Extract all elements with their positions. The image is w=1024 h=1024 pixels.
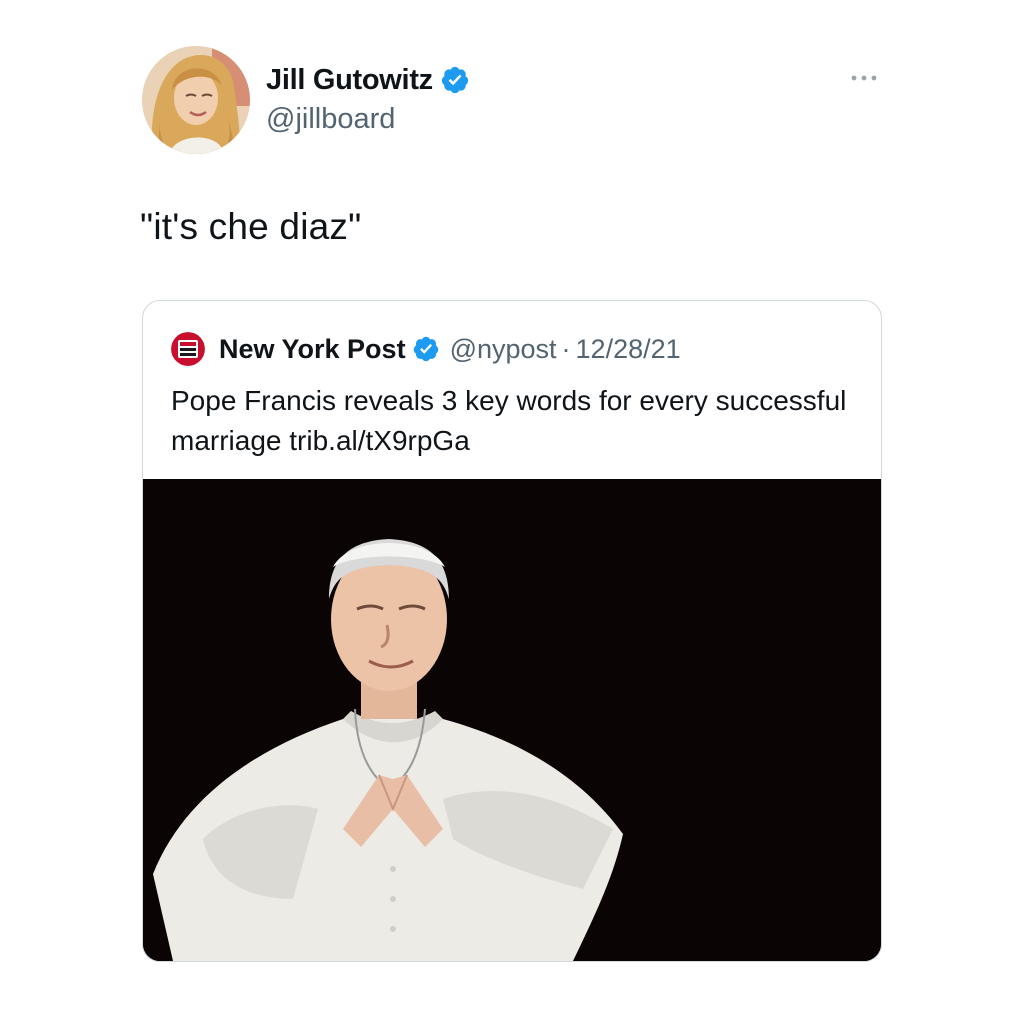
tweet-page: Jill Gutowitz @jillboard "it's che diaz"… — [0, 0, 1024, 1024]
quoted-tweet-text: Pope Francis reveals 3 key words for eve… — [171, 385, 847, 456]
verified-badge-icon — [441, 66, 468, 94]
quoted-author-handle[interactable]: @nypost — [450, 334, 557, 365]
author-avatar[interactable] — [142, 46, 250, 154]
author-display-name[interactable]: Jill Gutowitz — [266, 64, 433, 97]
quoted-author-name[interactable]: New York Post — [219, 334, 406, 365]
separator-dot: · — [561, 333, 571, 364]
nyp-logo-icon — [171, 332, 205, 366]
quoted-tweet-date[interactable]: 12/28/21 — [576, 334, 681, 365]
quoted-tweet-photo[interactable] — [143, 479, 881, 961]
tweet-text: "it's che diaz" — [140, 206, 362, 247]
quoted-tweet-header: New York Post @nypost · 12/28/21 — [171, 331, 681, 367]
more-horizontal-icon[interactable] — [846, 68, 882, 88]
author-name-row: Jill Gutowitz — [266, 62, 470, 98]
verified-badge-icon — [413, 336, 438, 362]
pope-photo-image — [143, 479, 881, 961]
avatar-image — [142, 46, 250, 154]
author-handle[interactable]: @jillboard — [266, 103, 395, 136]
quoted-tweet-card[interactable]: New York Post @nypost · 12/28/21 Pope Fr… — [142, 300, 882, 962]
